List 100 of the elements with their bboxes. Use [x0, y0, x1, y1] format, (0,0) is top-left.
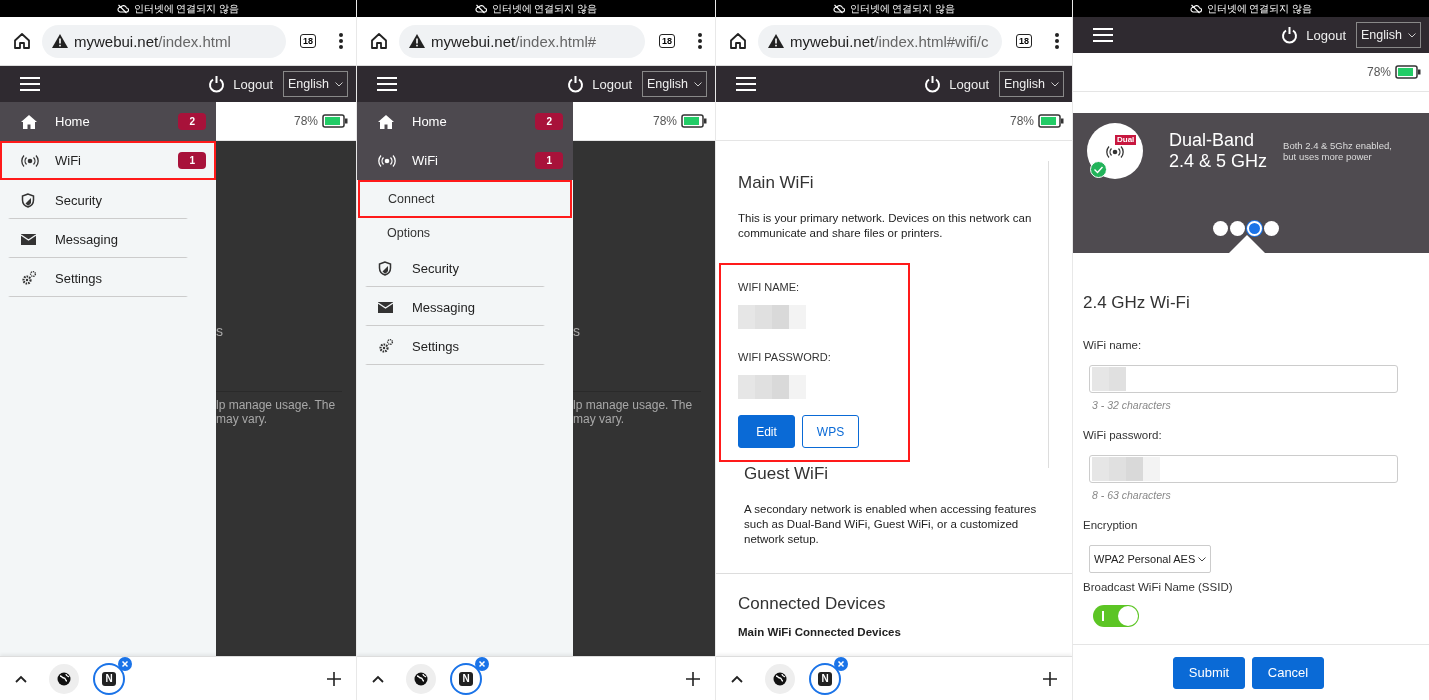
- logout-link[interactable]: Logout: [592, 76, 632, 92]
- caret-icon: [1408, 32, 1416, 38]
- tab-count-button[interactable]: 18: [300, 34, 316, 48]
- battery-percent: 78%: [1009, 114, 1034, 128]
- count-badge: 1: [178, 152, 206, 169]
- battery-percent: 78%: [1366, 65, 1391, 79]
- wifi-name-field[interactable]: [1089, 365, 1398, 393]
- caret-icon: [1051, 81, 1059, 87]
- plus-icon[interactable]: [1042, 670, 1058, 687]
- menu-item[interactable]: Settings: [8, 258, 188, 297]
- wps-button[interactable]: WPS: [802, 415, 859, 448]
- battery-icon: [1038, 114, 1064, 128]
- submenu-item[interactable]: Options: [357, 218, 573, 248]
- page-dot[interactable]: [1264, 221, 1279, 236]
- section-description: A secondary network is enabled when accessing features such as Dual-Band WiFi, Guest WiFi, or a customized network setup.: [744, 502, 1038, 547]
- globe-tab-icon[interactable]: [49, 663, 79, 694]
- count-badge: 2: [535, 113, 563, 130]
- option-description: Both 2.4 & 5Ghz enabled, but uses more power: [1283, 140, 1393, 162]
- status-text: 인터넷에 연결되지 않음: [849, 1, 956, 16]
- gears-icon: [21, 270, 37, 286]
- field-label: WiFi password:: [1083, 429, 1162, 441]
- page-dot[interactable]: [1247, 221, 1262, 236]
- menu-icon[interactable]: [377, 76, 397, 92]
- plus-icon[interactable]: [326, 670, 342, 687]
- count-badge: 2: [178, 113, 206, 130]
- more-icon[interactable]: [697, 32, 703, 50]
- cloud-off-icon: [1189, 3, 1202, 14]
- menu-item[interactable]: Home 2: [357, 102, 573, 141]
- chevron-up-icon[interactable]: [15, 674, 27, 683]
- menu-icon[interactable]: [20, 76, 40, 92]
- more-icon[interactable]: [338, 32, 344, 50]
- chevron-up-icon[interactable]: [372, 674, 384, 683]
- partial-text: lp manage usage. The: [573, 398, 694, 412]
- page-dot[interactable]: [1213, 221, 1228, 236]
- menu-item[interactable]: Home 2: [0, 102, 216, 141]
- cancel-button[interactable]: Cancel: [1252, 656, 1324, 689]
- field-label: Broadcast WiFi Name (SSID): [1083, 581, 1233, 593]
- menu-item[interactable]: Messaging: [8, 219, 188, 258]
- logout-link[interactable]: Logout: [949, 76, 989, 92]
- url-text: mywebui.net/index.html#: [431, 32, 597, 50]
- cloud-off-icon: [474, 3, 487, 14]
- menu-icon[interactable]: [1093, 27, 1113, 43]
- tab-count-button[interactable]: 18: [659, 34, 675, 48]
- language-select[interactable]: English: [1356, 22, 1421, 48]
- menu-item[interactable]: Security: [365, 248, 545, 287]
- home-icon[interactable]: [12, 31, 32, 51]
- subsection-title: Main WiFi Connected Devices: [738, 626, 901, 638]
- toggle-switch[interactable]: [1093, 605, 1139, 627]
- submenu-item[interactable]: Connect: [358, 180, 572, 218]
- section-title: Connected Devices: [738, 594, 887, 614]
- edit-button[interactable]: Edit: [738, 415, 795, 448]
- address-bar[interactable]: mywebui.net/index.html#: [399, 24, 645, 58]
- address-bar[interactable]: mywebui.net/index.html: [42, 24, 286, 58]
- close-icon[interactable]: [834, 656, 848, 671]
- close-icon[interactable]: [118, 656, 132, 671]
- icon-tag: Dual: [1115, 135, 1137, 145]
- page-dot[interactable]: [1230, 221, 1245, 236]
- menu-item[interactable]: WiFi 1: [357, 141, 573, 180]
- battery-percent: 78%: [293, 114, 318, 128]
- logout-link[interactable]: Logout: [1306, 27, 1346, 43]
- power-icon[interactable]: [567, 75, 585, 93]
- field-label: Encryption: [1083, 519, 1138, 531]
- envelope-icon: [378, 301, 393, 313]
- chevron-up-icon[interactable]: [731, 674, 743, 683]
- menu-item[interactable]: Security: [8, 180, 188, 219]
- encryption-select[interactable]: WPA2 Personal AES: [1089, 545, 1212, 573]
- home-icon[interactable]: [369, 31, 389, 51]
- section-title: Guest WiFi: [744, 464, 830, 484]
- battery-icon: [322, 114, 348, 128]
- pointer-icon: [1229, 235, 1265, 253]
- battery-icon: [1395, 65, 1421, 79]
- plus-icon[interactable]: [685, 670, 701, 687]
- field-label: WIFI NAME:: [738, 281, 801, 293]
- field-hint: 8 - 63 characters: [1092, 489, 1171, 501]
- submit-button[interactable]: Submit: [1173, 656, 1245, 689]
- partial-text: lp manage usage. The: [216, 398, 337, 412]
- partial-heading: s: [216, 323, 224, 339]
- menu-item[interactable]: Messaging: [365, 287, 545, 326]
- language-select[interactable]: English: [642, 71, 707, 97]
- logout-link[interactable]: Logout: [233, 76, 273, 92]
- globe-tab-icon[interactable]: [765, 663, 795, 694]
- partial-text: may vary.: [573, 412, 626, 426]
- wifi-password-field[interactable]: [1089, 455, 1398, 483]
- warning-icon: [52, 34, 68, 48]
- home-icon[interactable]: [728, 31, 748, 51]
- tab-count-button[interactable]: 18: [1016, 34, 1032, 48]
- menu-item[interactable]: WiFi 1: [0, 141, 216, 180]
- more-icon[interactable]: [1054, 32, 1060, 50]
- power-icon[interactable]: [1281, 26, 1299, 44]
- address-bar[interactable]: mywebui.net/index.html#wifi/c: [758, 24, 1002, 58]
- globe-tab-icon[interactable]: [406, 663, 436, 694]
- language-select[interactable]: English: [283, 71, 348, 97]
- menu-icon[interactable]: [736, 76, 756, 92]
- status-text: 인터넷에 연결되지 않음: [491, 1, 598, 16]
- battery-percent: 78%: [652, 114, 677, 128]
- menu-item[interactable]: Settings: [365, 326, 545, 365]
- power-icon[interactable]: [924, 75, 942, 93]
- language-select[interactable]: English: [999, 71, 1064, 97]
- power-icon[interactable]: [208, 75, 226, 93]
- close-icon[interactable]: [475, 656, 489, 671]
